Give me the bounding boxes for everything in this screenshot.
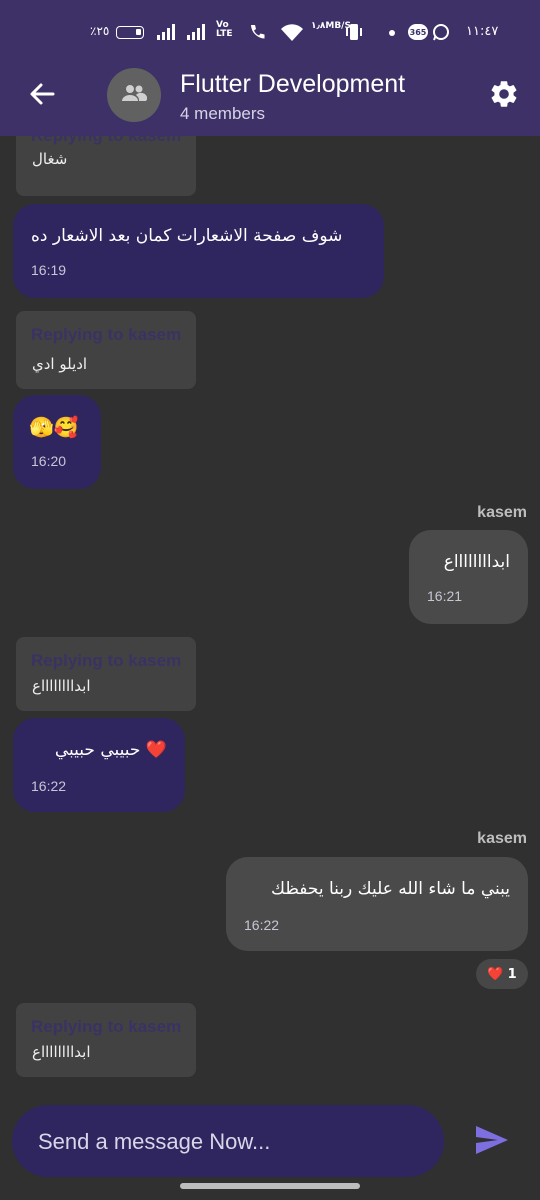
reply-preview[interactable]: Replying to kasem ابدااااااااع — [16, 637, 196, 711]
signal-icon — [187, 24, 205, 40]
reply-label: Replying to kasem — [31, 651, 182, 670]
battery-percent: ٪٢٥ — [90, 24, 110, 38]
reply-preview[interactable]: Replying to kasem شغال — [16, 136, 196, 196]
heart-icon: ❤️ — [487, 966, 504, 982]
reaction-chip[interactable]: ❤️ 1 — [476, 959, 528, 989]
reaction-count: 1 — [507, 966, 517, 982]
chat-title: Flutter Development — [180, 70, 406, 98]
message-time: 16:21 — [427, 588, 463, 604]
arrow-back-icon — [29, 82, 55, 110]
volte-indicator: Vo LTE — [216, 20, 233, 39]
settings-button[interactable] — [484, 76, 524, 116]
vibrate-icon — [345, 23, 363, 41]
reply-text: ابدااااااااع — [32, 1043, 91, 1061]
message-time: 16:20 — [31, 453, 67, 469]
wifi-icon — [280, 24, 304, 42]
battery-icon — [116, 26, 144, 39]
message-bubble[interactable]: ❤️ حبيبي حبيبي 16:22 — [13, 718, 185, 812]
message-input[interactable] — [36, 1123, 430, 1161]
back-button[interactable] — [22, 76, 62, 116]
sender-name: kasem — [477, 504, 527, 521]
message-bubble[interactable]: شوف صفحة الاشعارات كمان بعد الاشعار ده 1… — [13, 204, 384, 298]
message-text: شوف صفحة الاشعارات كمان بعد الاشعار ده — [31, 226, 343, 246]
message-time: 16:19 — [31, 262, 67, 278]
signal-icon — [157, 24, 175, 40]
message-emoji: 🫣🥰 — [29, 415, 79, 439]
reply-text: ابدااااااااع — [32, 677, 91, 695]
group-avatar[interactable] — [107, 68, 161, 122]
reply-label: Replying to kasem — [31, 325, 182, 344]
message-text: ابدااااااااع — [443, 552, 510, 572]
message-bubble[interactable]: يبني ما شاء الله عليك ربنا يحفظك 16:22 — [226, 857, 528, 951]
message-bubble[interactable]: 🫣🥰 16:20 — [13, 395, 101, 489]
app-notification-icon: 365 — [408, 24, 428, 40]
message-time: 16:22 — [244, 917, 280, 933]
message-time: 16:22 — [31, 778, 67, 794]
notification-dot-icon — [389, 30, 395, 36]
network-speed-value: ١٫٨ — [311, 21, 326, 31]
member-count: 4 members — [180, 104, 266, 123]
message-text: يبني ما شاء الله عليك ربنا يحفظك — [271, 879, 510, 899]
reply-text: شغال — [32, 150, 68, 168]
message-bubble[interactable]: ابدااااااااع 16:21 — [409, 530, 528, 624]
reply-label: Replying to kasem — [31, 1017, 182, 1036]
sender-name: kasem — [477, 830, 527, 847]
call-icon — [248, 23, 268, 41]
whatsapp-icon — [432, 23, 450, 41]
clock: ١١:٤٧ — [466, 24, 499, 39]
send-button[interactable] — [470, 1120, 514, 1164]
reply-preview[interactable]: Replying to kasem اديلو ادي — [16, 311, 196, 389]
home-indicator[interactable] — [180, 1183, 360, 1189]
reply-preview[interactable]: Replying to kasem ابدااااااااع — [16, 1003, 196, 1077]
app-bar: Flutter Development 4 members — [0, 60, 540, 136]
reply-text: اديلو ادي — [32, 355, 88, 373]
message-composer — [12, 1105, 444, 1177]
status-bar: ٪٢٥ Vo LTE ١٫٨ MB/S 365 ١١:٤٧ — [0, 0, 540, 60]
group-icon — [121, 83, 148, 107]
message-text: ❤️ حبيبي حبيبي — [54, 740, 167, 760]
gear-icon — [488, 78, 520, 114]
send-icon — [474, 1124, 510, 1160]
message-list[interactable]: Replying to kasem شغال شوف صفحة الاشعارا… — [0, 136, 540, 1086]
reply-label: Replying to kasem — [31, 136, 181, 146]
